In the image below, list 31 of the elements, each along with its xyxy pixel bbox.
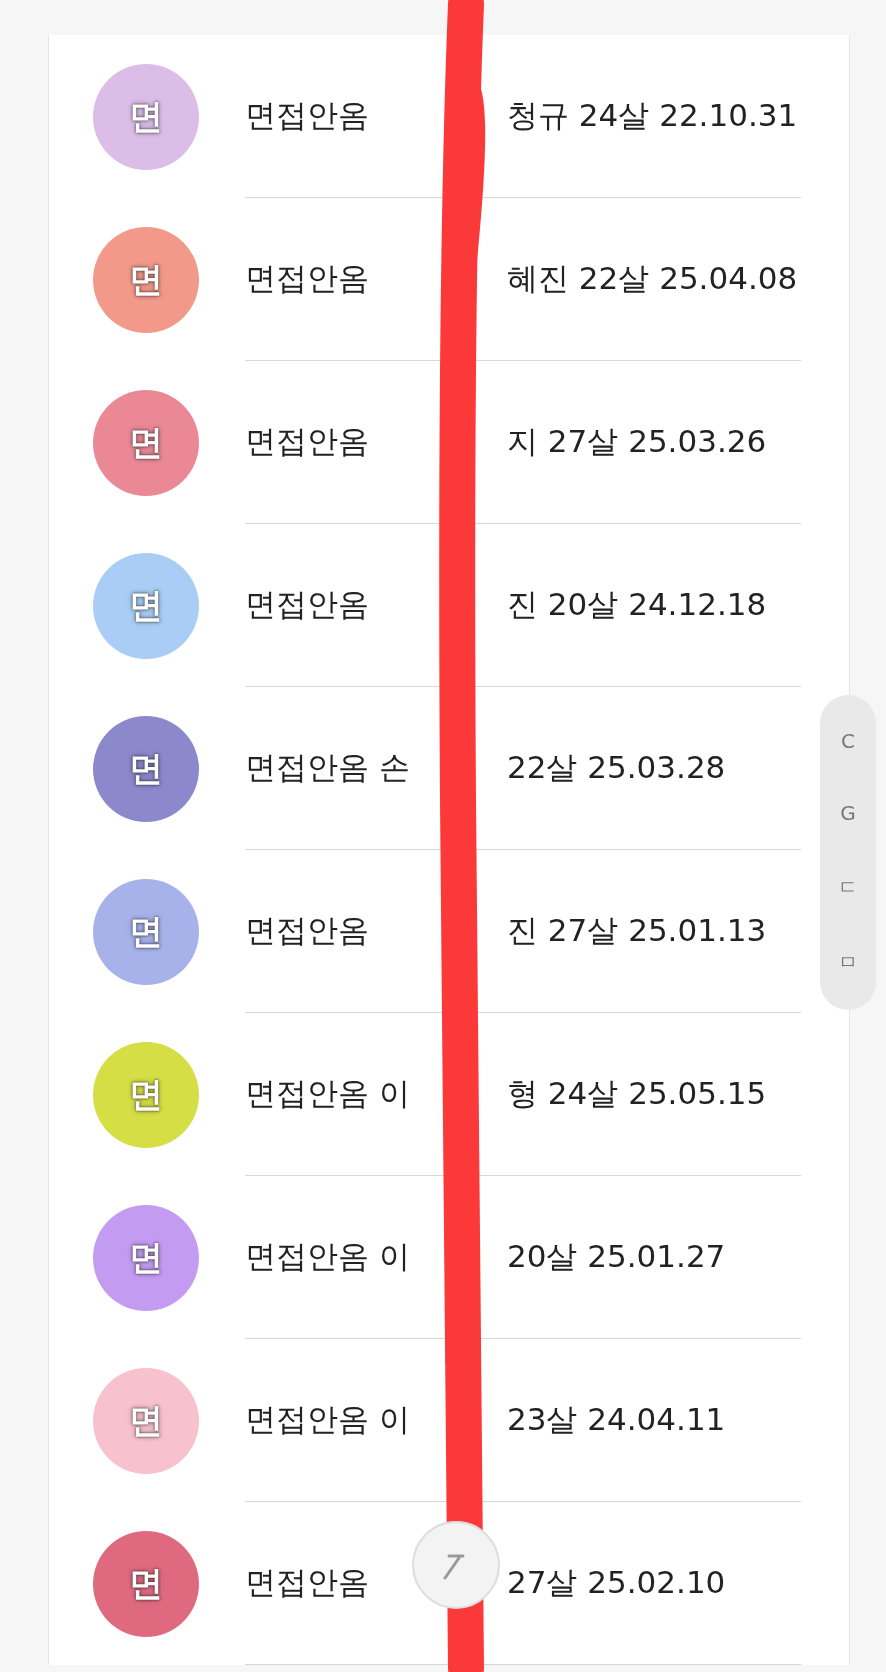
contact-name[interactable]: 22살 25.03.28	[507, 747, 726, 789]
contact-name[interactable]: 진 20살 24.12.18	[507, 584, 767, 626]
contact-name[interactable]: 면접안옴	[245, 258, 369, 300]
contact-name[interactable]: 면접안옴 이	[245, 1073, 410, 1115]
contact-name[interactable]: 면접안옴	[245, 1562, 369, 1604]
contact-name[interactable]: 23살 24.04.11	[507, 1399, 726, 1441]
contact-name[interactable]: 면접안옴	[245, 95, 369, 137]
contact-name[interactable]: 면접안옴 이	[245, 1399, 410, 1441]
contact-name[interactable]: 면접안옴	[245, 421, 369, 463]
avatar: 면	[93, 226, 199, 333]
index-scrollbar[interactable]: C G ㄷ ㅁ	[820, 695, 876, 1010]
avatar: 면	[93, 389, 199, 496]
avatar: 면	[93, 63, 199, 170]
contact-name[interactable]: 면접안옴 이	[245, 1236, 410, 1278]
avatar: 면	[93, 1041, 199, 1148]
contact-name[interactable]: 혜진 22살 25.04.08	[507, 258, 798, 300]
avatar: 면	[93, 552, 199, 659]
avatar: 면	[93, 1530, 199, 1637]
contact-name[interactable]: 청규 24살 22.10.31	[507, 95, 798, 137]
contact-name[interactable]: 진 27살 25.01.13	[507, 910, 767, 952]
avatar: 면	[93, 1204, 199, 1311]
contact-name[interactable]: 지 27살 25.03.26	[507, 421, 767, 463]
avatar: 면	[93, 1367, 199, 1474]
contact-name[interactable]: 20살 25.01.27	[507, 1236, 726, 1278]
contact-name[interactable]: 27살 25.02.10	[507, 1562, 726, 1604]
contact-name[interactable]: 형 24살 25.05.15	[507, 1073, 767, 1115]
contact-name[interactable]: 면접안옴	[245, 584, 369, 626]
avatar: 면	[93, 715, 199, 822]
avatar: 면	[93, 878, 199, 985]
contact-name[interactable]: 면접안옴 손	[245, 747, 410, 789]
contact-name[interactable]: 면접안옴	[245, 910, 369, 952]
